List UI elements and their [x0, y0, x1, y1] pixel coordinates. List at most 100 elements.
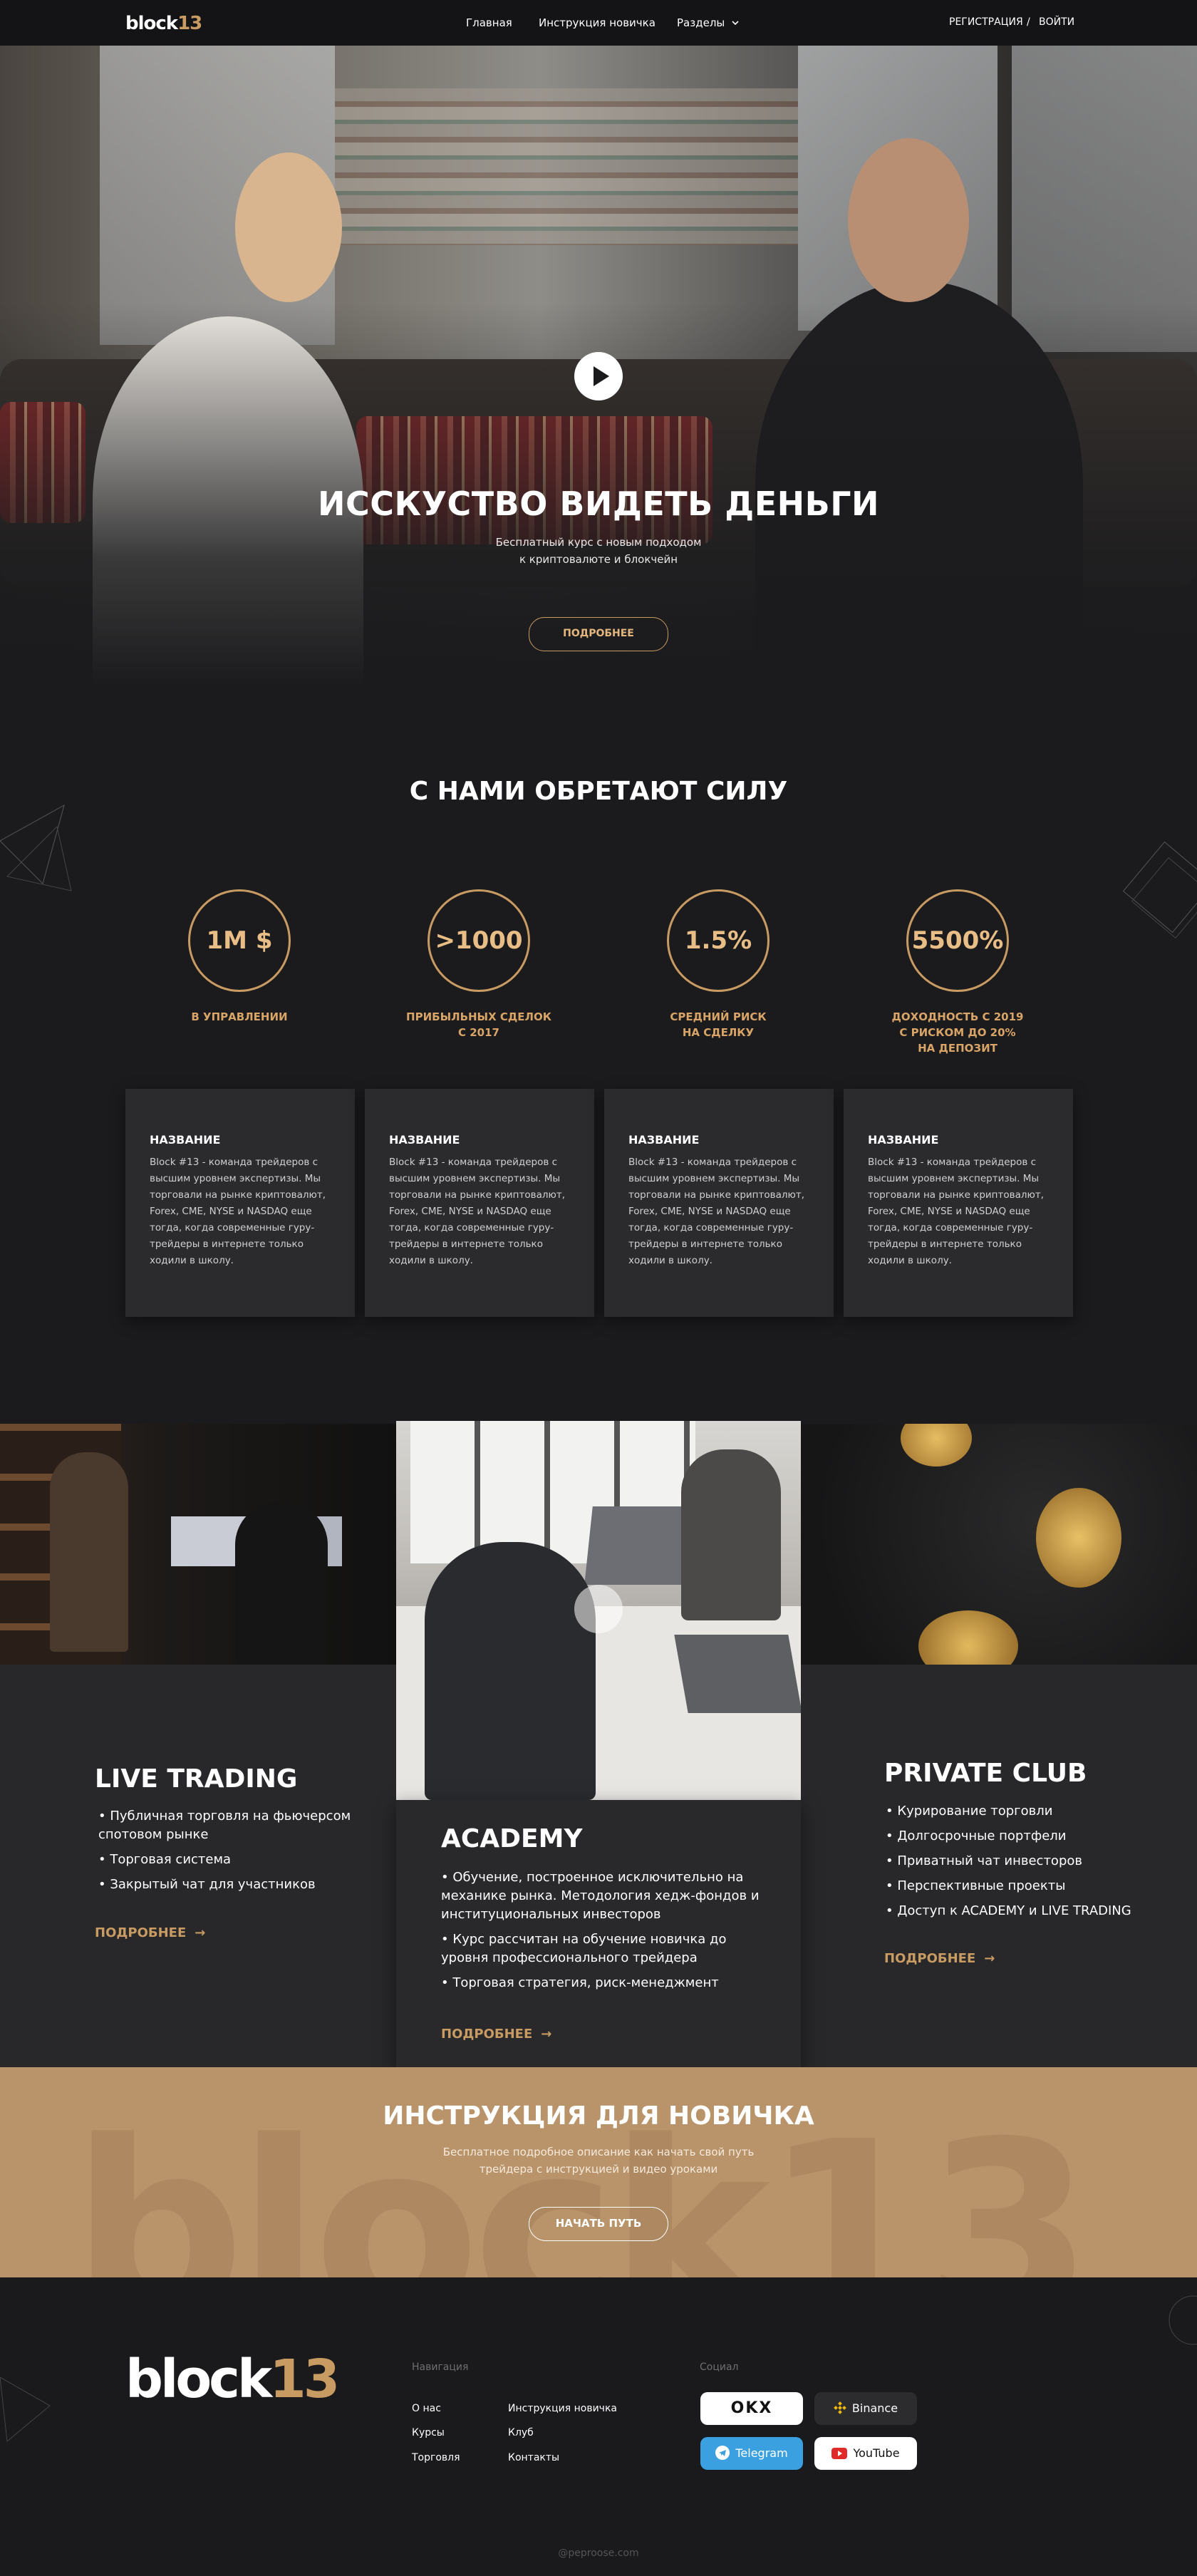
- footer-logo[interactable]: block13: [125, 2349, 340, 2410]
- nav-sections-label: Разделы: [677, 16, 725, 29]
- private-club-more-link[interactable]: ПОДРОБНЕЕ →: [884, 1951, 995, 1966]
- footer-link-about[interactable]: О нас: [412, 2403, 441, 2414]
- card-text: Block #13 - команда трейдеров с высшим у…: [150, 1157, 326, 1266]
- beginner-subtitle-line-1: Бесплатное подробное описание как начать…: [442, 2146, 755, 2158]
- hero-subtitle-line-2: к криптовалюте и блокчейн: [519, 553, 678, 566]
- stats-title: С НАМИ ОБРЕТАЮТ СИЛУ: [409, 777, 788, 806]
- hero-section: [0, 46, 1197, 687]
- beginner-section: block13 ИНСТРУКЦИЯ ДЛЯ НОВИЧКА Бесплатно…: [0, 2067, 1197, 2277]
- stat-value: >1000: [428, 889, 530, 992]
- decor-triangle: [0, 2376, 51, 2442]
- feature-item: • Обучение, построенное исключительно на…: [441, 1870, 760, 1922]
- footer-link-guide[interactable]: Инструкция новичка: [508, 2403, 617, 2414]
- stat-label: СРЕДНИЙ РИСК НА СДЕЛКУ: [670, 1010, 767, 1039]
- live-trading-features: • Публичная торговля на фьючерсом спотов…: [98, 1807, 355, 1900]
- beginner-subtitle-line-2: трейдера с инструкцией и видео уроками: [479, 2163, 718, 2176]
- stat-label: В УПРАВЛЕНИИ: [191, 1010, 288, 1023]
- telegram-label: Telegram: [735, 2446, 788, 2460]
- live-trading-photo: [0, 1424, 396, 1665]
- decor-triangles: [0, 804, 72, 891]
- link-label: ПОДРОБНЕЕ: [441, 2027, 533, 2042]
- private-club-title: PRIVATE CLUB: [884, 1759, 1087, 1788]
- live-trading-title: LIVE TRADING: [95, 1764, 298, 1794]
- feature-item: • Доступ к ACADEMY и LIVE TRADING: [886, 1903, 1131, 1918]
- card-text: Block #13 - команда трейдеров с высшим у…: [628, 1157, 804, 1266]
- telegram-icon: [715, 2446, 730, 2460]
- start-path-button[interactable]: НАЧАТЬ ПУТЬ: [529, 2207, 668, 2241]
- header-logo[interactable]: block13: [125, 13, 202, 34]
- register-link[interactable]: РЕГИСТРАЦИЯ: [949, 16, 1023, 28]
- feature-item: • Закрытый чат для участников: [98, 1877, 316, 1892]
- footer-social-heading: Социал: [700, 2362, 739, 2373]
- info-card: НАЗВАНИЕ Block #13 - команда трейдеров с…: [365, 1089, 594, 1317]
- youtube-label: YouTube: [853, 2446, 900, 2460]
- hero-title: ИССКУСТВО ВИДЕТЬ ДЕНЬГИ: [317, 485, 880, 523]
- decor-circle: [1168, 2295, 1197, 2345]
- nav-home[interactable]: Главная: [466, 16, 512, 29]
- footer-link-club[interactable]: Клуб: [508, 2427, 534, 2438]
- feature-item: • Торговая стратегия, риск-менеджмент: [441, 1975, 719, 1990]
- chevron-down-icon: [732, 21, 739, 26]
- arrow-right-icon: →: [984, 1951, 995, 1966]
- academy-title: ACADEMY: [441, 1824, 583, 1853]
- feature-item: • Перспективные проекты: [886, 1878, 1066, 1893]
- youtube-button[interactable]: YouTube: [814, 2437, 917, 2470]
- site-footer: block13 Навигация О нас Курсы Торговля И…: [0, 2277, 1197, 2576]
- feature-item: • Публичная торговля на фьючерсом спотов…: [98, 1809, 351, 1842]
- okx-button[interactable]: OKX: [700, 2392, 803, 2425]
- nav-beginner-guide[interactable]: Инструкция новичка: [539, 16, 656, 29]
- okx-icon: OKX: [730, 2399, 773, 2417]
- photo-woman: [50, 1452, 128, 1652]
- academy-play-button[interactable]: [574, 1585, 623, 1633]
- telegram-button[interactable]: Telegram: [700, 2437, 803, 2470]
- card-title: НАЗВАНИЕ: [389, 1133, 460, 1147]
- academy-more-link[interactable]: ПОДРОБНЕЕ →: [441, 2027, 551, 2042]
- auth-separator: /: [1027, 16, 1030, 28]
- youtube-icon: [831, 2448, 848, 2459]
- private-club-features: • Курирование торговли • Долгосрочные по…: [886, 1802, 1156, 1927]
- copyright: @peproose.com: [558, 2547, 639, 2559]
- footer-link-trading[interactable]: Торговля: [412, 2452, 460, 2463]
- binance-button[interactable]: Binance: [814, 2392, 917, 2425]
- stat-value: 1M $: [188, 889, 291, 992]
- link-label: ПОДРОБНЕЕ: [95, 1925, 187, 1940]
- feature-item: • Курирование торговли: [886, 1804, 1053, 1819]
- footer-nav-heading: Навигация: [412, 2362, 469, 2373]
- arrow-right-icon: →: [541, 2027, 552, 2042]
- stat-value: 1.5%: [667, 889, 770, 992]
- login-link[interactable]: ВОЙТИ: [1039, 16, 1074, 28]
- academy-photo: [396, 1421, 801, 1800]
- decor-squares: [1122, 841, 1197, 939]
- info-card: НАЗВАНИЕ Block #13 - команда трейдеров с…: [844, 1089, 1073, 1317]
- info-card: НАЗВАНИЕ Block #13 - команда трейдеров с…: [125, 1089, 355, 1317]
- feature-item: • Торговая система: [98, 1852, 232, 1867]
- live-trading-more-link[interactable]: ПОДРОБНЕЕ →: [95, 1925, 205, 1940]
- bitcoin-coin-icon: [901, 1424, 972, 1467]
- bitcoin-coin-icon: [918, 1610, 1018, 1665]
- arrow-right-icon: →: [195, 1925, 206, 1940]
- academy-features: • Обучение, построенное исключительно на…: [441, 1868, 769, 1999]
- private-club-photo: [801, 1424, 1197, 1665]
- binance-label: Binance: [851, 2401, 898, 2415]
- card-text: Block #13 - команда трейдеров с высшим у…: [389, 1157, 565, 1266]
- play-button[interactable]: [574, 352, 623, 400]
- card-title: НАЗВАНИЕ: [150, 1133, 221, 1147]
- card-text: Block #13 - команда трейдеров с высшим у…: [868, 1157, 1044, 1266]
- stat-value: 5500%: [906, 889, 1009, 992]
- link-label: ПОДРОБНЕЕ: [884, 1951, 976, 1966]
- site-header: block13 Главная Инструкция новичка Разде…: [0, 0, 1197, 46]
- hero-more-button[interactable]: ПОДРОБНЕЕ: [529, 617, 668, 651]
- nav-sections[interactable]: Разделы: [677, 16, 740, 29]
- feature-item: • Курс рассчитан на обучение новичка до …: [441, 1932, 727, 1965]
- photo-laptop: [674, 1635, 801, 1713]
- info-card: НАЗВАНИЕ Block #13 - команда трейдеров с…: [604, 1089, 834, 1317]
- photo-man: [425, 1542, 596, 1800]
- footer-link-courses[interactable]: Курсы: [412, 2427, 445, 2438]
- footer-link-contacts[interactable]: Контакты: [508, 2452, 559, 2463]
- stat-label: ДОХОДНОСТЬ С 2019 С РИСКОМ ДО 20% НА ДЕПОЗ…: [891, 1010, 1024, 1055]
- beginner-title: ИНСТРУКЦИЯ ДЛЯ НОВИЧКА: [383, 2101, 814, 2131]
- card-title: НАЗВАНИЕ: [868, 1133, 939, 1147]
- binance-icon: [834, 2401, 846, 2414]
- feature-item: • Приватный чат инвесторов: [886, 1853, 1082, 1868]
- bitcoin-coin-icon: [1036, 1488, 1121, 1588]
